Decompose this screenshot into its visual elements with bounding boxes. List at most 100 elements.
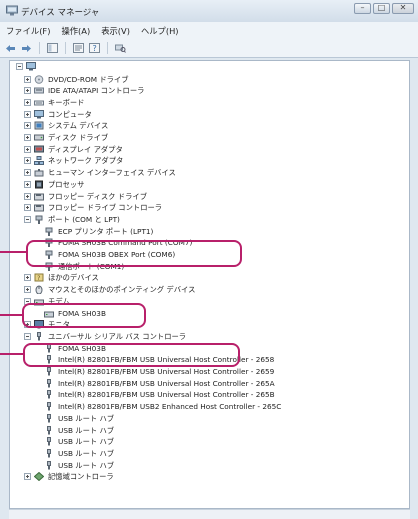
expand-icon[interactable] bbox=[24, 286, 31, 294]
expand-icon[interactable] bbox=[24, 87, 31, 95]
forward-button[interactable] bbox=[20, 42, 33, 55]
expand-icon[interactable] bbox=[24, 157, 31, 165]
tree-device[interactable]: Intel(R) 82801FB/FBM USB2 Enhanced Host … bbox=[34, 401, 281, 413]
tree-category[interactable]: コンピュータ bbox=[24, 108, 92, 120]
tree-category[interactable]: ディスク ドライブ bbox=[24, 132, 108, 144]
tree-device[interactable]: USB ルート ハブ bbox=[34, 424, 114, 436]
tree-device[interactable]: Intel(R) 82801FB/FBM USB Universal Host … bbox=[34, 354, 274, 366]
title-bar[interactable]: デバイス マネージャ – □ ✕ bbox=[0, 0, 418, 22]
tree-category[interactable]: マウスとそのほかのポインティング デバイス bbox=[24, 284, 195, 296]
tree-device[interactable]: USB ルート ハブ bbox=[34, 459, 114, 471]
hid-icon bbox=[34, 169, 44, 177]
tree-device[interactable]: FOMA SH03B bbox=[34, 307, 106, 319]
tree-category[interactable]: ポート (COM と LPT) bbox=[24, 214, 120, 226]
tree-device[interactable]: USB ルート ハブ bbox=[34, 436, 114, 448]
expand-icon[interactable] bbox=[24, 180, 31, 188]
tree-item-label: フロッピー ドライブ コントローラ bbox=[48, 203, 163, 213]
device-manager-window: デバイス マネージャ – □ ✕ ファイル(F) 操作(A) 表示(V) ヘルプ… bbox=[0, 0, 418, 519]
tree-category[interactable]: モデム bbox=[24, 296, 70, 308]
expand-icon[interactable] bbox=[24, 204, 31, 212]
tree-device[interactable]: ECP プリンタ ポート (LPT1) bbox=[34, 225, 153, 237]
tree-item-label: FOMA SH03B bbox=[58, 308, 106, 318]
expand-icon[interactable] bbox=[24, 134, 31, 142]
tree-category[interactable]: フロッピー ドライブ コントローラ bbox=[24, 202, 162, 214]
device-manager-icon bbox=[6, 5, 18, 16]
minimize-button[interactable]: – bbox=[354, 3, 371, 14]
tree-item-label: FOMA SH03B bbox=[58, 343, 106, 353]
menu-view[interactable]: 表示(V) bbox=[101, 25, 130, 37]
tree-category[interactable]: DVD/CD-ROM ドライブ bbox=[24, 73, 129, 85]
scan-hardware-button[interactable] bbox=[114, 42, 127, 55]
close-button[interactable]: ✕ bbox=[392, 3, 414, 14]
show-hide-tree-icon bbox=[47, 43, 58, 53]
tree-device[interactable]: Intel(R) 82801FB/FBM USB Universal Host … bbox=[34, 389, 275, 401]
tree-item-label: ディスク ドライブ bbox=[48, 133, 109, 143]
expand-icon[interactable] bbox=[24, 98, 31, 106]
tree-category[interactable]: モニタ bbox=[24, 319, 70, 331]
usb-icon bbox=[47, 448, 51, 458]
help-icon: ? bbox=[89, 43, 100, 53]
tree-item-label: ほかのデバイス bbox=[48, 273, 99, 283]
tree-item-label: フロッピー ディスク ドライブ bbox=[48, 191, 147, 201]
port-icon bbox=[45, 227, 53, 236]
tree-item-label: FOMA SH03B OBEX Port (COM6) bbox=[58, 250, 176, 260]
menu-action[interactable]: 操作(A) bbox=[61, 25, 90, 37]
tree-category[interactable]: IDE ATA/ATAPI コントローラ bbox=[24, 85, 144, 97]
tree-category[interactable]: ネットワーク アダプタ bbox=[24, 155, 123, 167]
tree-device[interactable]: Intel(R) 82801FB/FBM USB Universal Host … bbox=[34, 377, 275, 389]
tree-device[interactable]: USB ルート ハブ bbox=[34, 448, 114, 460]
tree-category[interactable]: フロッピー ディスク ドライブ bbox=[24, 190, 147, 202]
tree-category[interactable]: プロセッサ bbox=[24, 179, 84, 191]
collapse-icon[interactable] bbox=[24, 332, 31, 340]
show-hide-tree-button[interactable] bbox=[46, 42, 59, 55]
back-icon bbox=[6, 44, 15, 52]
menu-file[interactable]: ファイル(F) bbox=[6, 25, 50, 37]
storage-controller-icon bbox=[34, 472, 44, 482]
collapse-icon[interactable] bbox=[24, 215, 31, 223]
help-button[interactable]: ? bbox=[88, 42, 101, 55]
menu-help[interactable]: ヘルプ(H) bbox=[141, 25, 179, 37]
usb-icon bbox=[47, 343, 51, 353]
tree-item-label: FOMA SH03B Command Port (COM7) bbox=[58, 238, 193, 248]
expand-icon[interactable] bbox=[24, 110, 31, 118]
back-button[interactable] bbox=[4, 42, 17, 55]
properties-button[interactable] bbox=[72, 42, 85, 55]
tree-item-label: USB ルート ハブ bbox=[58, 437, 115, 447]
tree-category[interactable]: ディスプレイ アダプタ bbox=[24, 143, 123, 155]
tree-device[interactable]: FOMA SH03B Command Port (COM7) bbox=[34, 237, 192, 249]
ide-controller-icon bbox=[34, 87, 44, 94]
tree-device[interactable]: FOMA SH03B OBEX Port (COM6) bbox=[34, 249, 175, 261]
tree-category[interactable]: システム デバイス bbox=[24, 120, 108, 132]
collapse-icon[interactable] bbox=[24, 297, 31, 305]
highlight-pointer-usb bbox=[0, 353, 23, 355]
toolbar-separator bbox=[65, 42, 66, 54]
modem-icon bbox=[34, 299, 44, 306]
forward-icon bbox=[22, 44, 31, 52]
tree-device[interactable]: USB ルート ハブ bbox=[34, 413, 114, 425]
expand-icon[interactable] bbox=[24, 274, 31, 282]
disk-drive-icon bbox=[34, 134, 44, 141]
expand-icon[interactable] bbox=[24, 75, 31, 83]
collapse-icon[interactable] bbox=[16, 63, 23, 71]
tree-device[interactable]: FOMA SH03B bbox=[34, 342, 106, 354]
expand-icon[interactable] bbox=[24, 122, 31, 130]
expand-icon[interactable] bbox=[24, 145, 31, 153]
expand-icon[interactable] bbox=[24, 321, 31, 329]
expand-icon[interactable] bbox=[24, 473, 31, 481]
tree-device[interactable]: 通信ポート (COM1) bbox=[34, 260, 124, 272]
toolbar-separator bbox=[107, 42, 108, 54]
tree-device[interactable]: Intel(R) 82801FB/FBM USB Universal Host … bbox=[34, 366, 274, 378]
tree-category[interactable]: ヒューマン インターフェイス デバイス bbox=[24, 167, 176, 179]
svg-text:?: ? bbox=[93, 44, 97, 53]
maximize-button[interactable]: □ bbox=[373, 3, 390, 14]
tree-item-label: USB ルート ハブ bbox=[58, 448, 115, 458]
tree-category[interactable]: 記憶域コントローラ bbox=[24, 471, 114, 483]
usb-icon bbox=[47, 413, 51, 423]
tree-category[interactable]: ユニバーサル シリアル バス コントローラ bbox=[24, 331, 186, 343]
device-tree[interactable]: DVD/CD-ROM ドライブ IDE ATA/ATAPI コントローラ キーボード… bbox=[9, 60, 410, 509]
tree-category[interactable]: キーボード bbox=[24, 97, 84, 109]
tree-root[interactable] bbox=[16, 61, 40, 73]
expand-icon[interactable] bbox=[24, 169, 31, 177]
tree-category[interactable]: ? ほかのデバイス bbox=[24, 272, 99, 284]
expand-icon[interactable] bbox=[24, 192, 31, 200]
